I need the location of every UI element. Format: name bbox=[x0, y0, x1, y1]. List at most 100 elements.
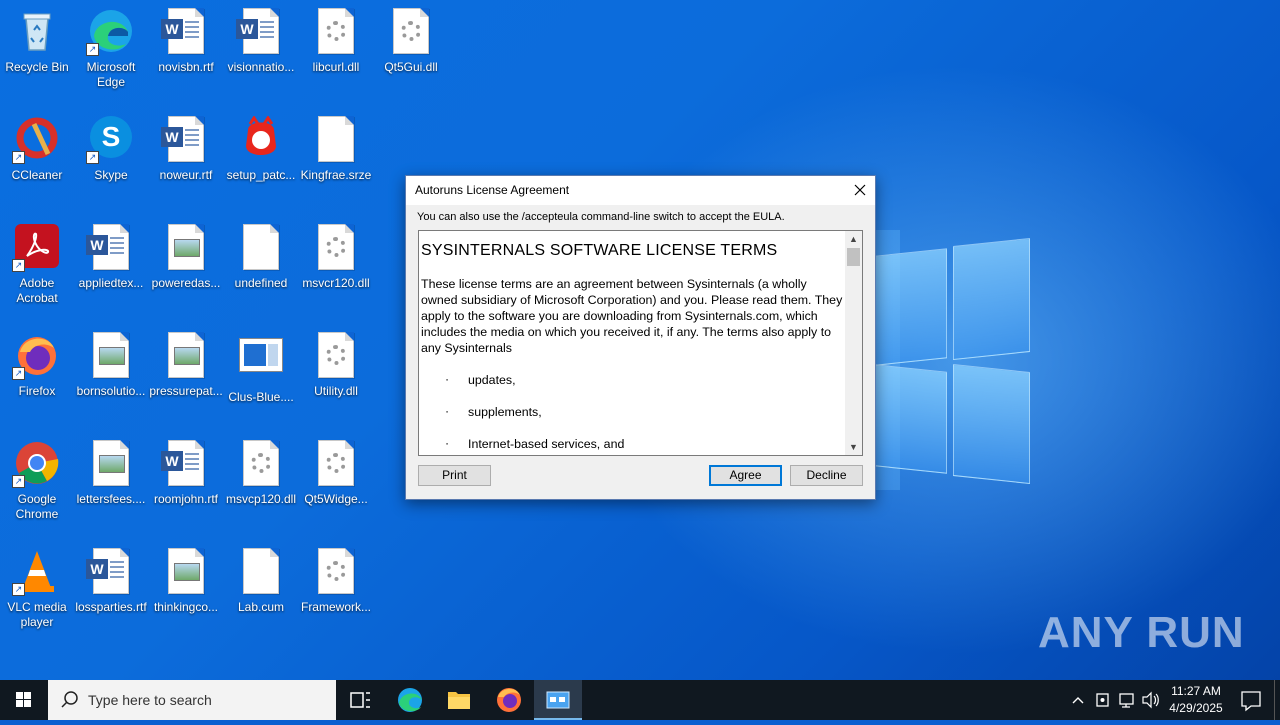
edge-icon: ↗ bbox=[86, 8, 134, 56]
desktop-icon-firefox[interactable]: ↗ Firefox bbox=[0, 332, 74, 399]
accepteula-hint: You can also use the /accepteula command… bbox=[417, 211, 785, 223]
shortcut-arrow-icon: ↗ bbox=[12, 583, 25, 596]
tray-clock[interactable]: 11:27 AM 4/29/2025 bbox=[1164, 684, 1228, 715]
firefox-icon: ↗ bbox=[12, 332, 60, 380]
task-view-button[interactable] bbox=[336, 680, 384, 720]
desktop-icon-google-chrome[interactable]: ↗ Google Chrome bbox=[0, 440, 74, 522]
desktop-icon-skype[interactable]: S ↗ Skype bbox=[74, 116, 148, 183]
word-document-icon: W bbox=[86, 548, 129, 594]
firefox-icon bbox=[497, 688, 521, 712]
desktop-icon-framework[interactable]: Framework... bbox=[299, 548, 373, 615]
image-file-icon bbox=[93, 332, 129, 378]
taskbar-search-box[interactable]: Type here to search bbox=[48, 680, 336, 720]
folder-icon bbox=[448, 692, 470, 709]
start-button[interactable] bbox=[0, 680, 48, 720]
desktop-icon-thinkingco[interactable]: thinkingco... bbox=[149, 548, 223, 615]
word-document-icon: W bbox=[161, 116, 204, 162]
desktop-icon-qt5gui[interactable]: Qt5Gui.dll bbox=[374, 8, 448, 75]
dialog-title: Autoruns License Agreement bbox=[415, 183, 570, 197]
search-placeholder: Type here to search bbox=[88, 692, 212, 708]
show-hidden-icons-button[interactable] bbox=[1066, 680, 1090, 720]
task-view-icon bbox=[350, 692, 370, 708]
word-document-icon: W bbox=[86, 224, 129, 270]
desktop-icon-lab-cum[interactable]: Lab.cum bbox=[224, 548, 298, 615]
vlc-icon: ↗ bbox=[12, 548, 60, 596]
word-document-icon: W bbox=[236, 8, 279, 54]
license-text-box[interactable]: SYSINTERNALS SOFTWARE LICENSE TERMS Thes… bbox=[418, 230, 863, 456]
dll-file-icon bbox=[318, 224, 354, 270]
edge-icon bbox=[398, 688, 422, 712]
search-icon bbox=[61, 691, 78, 708]
desktop-icon-microsoft-edge[interactable]: ↗ Microsoft Edge bbox=[74, 8, 148, 90]
image-file-icon bbox=[168, 548, 204, 594]
windows-wallpaper-logo bbox=[875, 237, 1030, 485]
word-document-icon: W bbox=[161, 440, 204, 486]
scroll-up-arrow-icon[interactable]: ▲ bbox=[845, 231, 862, 247]
chrome-icon: ↗ bbox=[12, 440, 60, 488]
desktop-icon-utility[interactable]: Utility.dll bbox=[299, 332, 373, 399]
anyrun-watermark: ANY RUN bbox=[1038, 608, 1245, 657]
taskbar-file-explorer[interactable] bbox=[435, 680, 483, 720]
taskbar-firefox[interactable] bbox=[485, 680, 533, 720]
desktop-icon-lossparties[interactable]: W lossparties.rtf bbox=[74, 548, 148, 615]
license-paragraph: These license terms are an agreement bet… bbox=[421, 277, 843, 355]
desktop-icon-bornsolutio[interactable]: bornsolutio... bbox=[74, 332, 148, 399]
desktop-icon-adobe-acrobat[interactable]: ↗ Adobe Acrobat bbox=[0, 224, 74, 306]
dialog-titlebar[interactable]: Autoruns License Agreement bbox=[406, 176, 875, 205]
desktop-icon-libcurl[interactable]: libcurl.dll bbox=[299, 8, 373, 75]
license-bullet: Internet-based services, and bbox=[421, 435, 846, 452]
notification-icon bbox=[1241, 691, 1261, 712]
speaker-icon bbox=[1142, 691, 1159, 709]
dll-file-icon bbox=[318, 548, 354, 594]
shortcut-arrow-icon: ↗ bbox=[12, 367, 25, 380]
tray-volume[interactable] bbox=[1140, 680, 1162, 720]
vertical-scrollbar[interactable]: ▲ ▼ bbox=[845, 231, 862, 455]
print-button[interactable]: Print bbox=[418, 465, 491, 486]
taskbar-edge[interactable] bbox=[386, 680, 434, 720]
desktop-icon-qt5widge[interactable]: Qt5Widge... bbox=[299, 440, 373, 507]
desktop-icon-lettersfees[interactable]: lettersfees.... bbox=[74, 440, 148, 507]
dll-file-icon bbox=[243, 440, 279, 486]
agree-button[interactable]: Agree bbox=[709, 465, 782, 486]
desktop-icon-undefined[interactable]: undefined bbox=[224, 224, 298, 291]
dll-file-icon bbox=[318, 332, 354, 378]
desktop-icon-kingfrae[interactable]: Kingfrae.srze bbox=[299, 116, 373, 183]
desktop-icon-pressurepat[interactable]: pressurepat... bbox=[149, 332, 223, 399]
scroll-down-arrow-icon[interactable]: ▼ bbox=[845, 439, 862, 455]
setup-installer-icon bbox=[238, 115, 284, 162]
tray-date: 4/29/2025 bbox=[1169, 701, 1223, 715]
desktop-icon-msvcp120[interactable]: msvcp120.dll bbox=[224, 440, 298, 507]
notification-center-button[interactable] bbox=[1234, 680, 1268, 720]
recycle-bin-icon bbox=[14, 8, 60, 54]
desktop-icon-novisbn[interactable]: W novisbn.rtf bbox=[149, 8, 223, 75]
desktop-icon-poweredas[interactable]: poweredas... bbox=[149, 224, 223, 291]
desktop-icon-ccleaner[interactable]: ↗ CCleaner bbox=[0, 116, 74, 183]
decline-button[interactable]: Decline bbox=[790, 465, 863, 486]
tray-network-adapter[interactable] bbox=[1092, 680, 1114, 720]
tray-network[interactable] bbox=[1116, 680, 1138, 720]
desktop-icon-msvcr120[interactable]: msvcr120.dll bbox=[299, 224, 373, 291]
shortcut-arrow-icon: ↗ bbox=[86, 151, 99, 164]
shortcut-arrow-icon: ↗ bbox=[12, 475, 25, 488]
show-desktop-button[interactable] bbox=[1274, 680, 1280, 720]
shortcut-arrow-icon: ↗ bbox=[12, 259, 25, 272]
dll-file-icon bbox=[318, 440, 354, 486]
desktop-icon-recycle-bin[interactable]: Recycle Bin bbox=[0, 8, 74, 75]
shortcut-arrow-icon: ↗ bbox=[12, 151, 25, 164]
close-icon bbox=[854, 184, 866, 196]
image-file-icon bbox=[168, 332, 204, 378]
blank-file-icon bbox=[243, 548, 279, 594]
scroll-thumb[interactable] bbox=[847, 248, 860, 266]
skype-icon: S ↗ bbox=[86, 116, 134, 164]
desktop-icon-clus-blue[interactable]: Clus-Blue.... bbox=[224, 332, 298, 405]
desktop-icon-setup-patc[interactable]: setup_patc... bbox=[224, 115, 298, 183]
blank-file-icon bbox=[318, 116, 354, 162]
desktop-icon-roomjohn[interactable]: W roomjohn.rtf bbox=[149, 440, 223, 507]
desktop-icon-appliedtex[interactable]: W appliedtex... bbox=[74, 224, 148, 291]
desktop-icon-visionnatio[interactable]: W visionnatio... bbox=[224, 8, 298, 75]
adobe-acrobat-icon: ↗ bbox=[12, 224, 60, 272]
desktop-icon-vlc[interactable]: ↗ VLC media player bbox=[0, 548, 74, 630]
desktop-icon-noweur[interactable]: W noweur.rtf bbox=[149, 116, 223, 183]
taskbar-autoruns-active[interactable] bbox=[534, 680, 582, 720]
close-button[interactable] bbox=[845, 176, 875, 205]
